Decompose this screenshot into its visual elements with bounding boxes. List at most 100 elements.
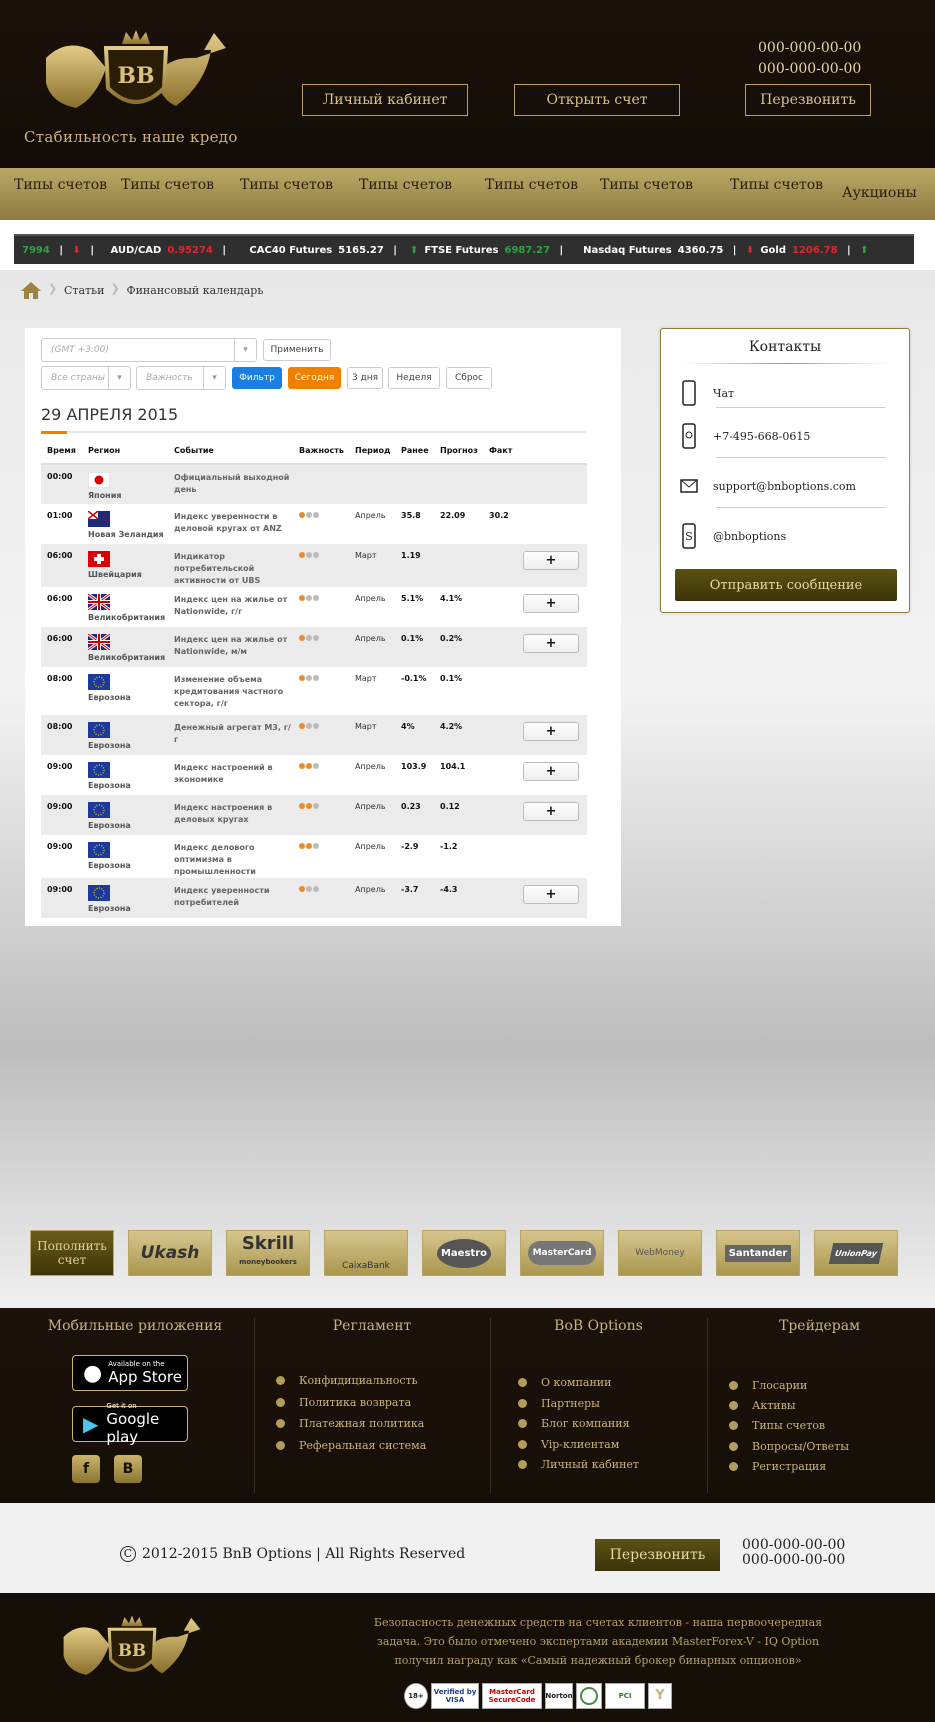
breadcrumb-current: Финансовый календарь — [126, 283, 264, 297]
deposit-button[interactable]: Пополнить счет — [30, 1230, 114, 1276]
footer-link[interactable]: Vip-клиентам — [518, 1438, 619, 1451]
event-actions — [517, 504, 587, 544]
footer-link[interactable]: Активы — [729, 1399, 796, 1412]
calendar-row: 00:00 Япония Официальный выходной день — [41, 464, 587, 504]
nav-item[interactable]: Типы счетов — [240, 168, 359, 220]
footer-link[interactable]: Глосарии — [729, 1379, 807, 1392]
event-actions: + — [517, 587, 587, 627]
open-account-button[interactable]: Открыть счет — [514, 84, 680, 116]
event-period: Март — [355, 551, 377, 560]
bullet-icon — [276, 1376, 285, 1385]
chevron-down-icon: ▾ — [108, 367, 130, 389]
reset-button[interactable]: Сброс — [446, 367, 492, 389]
app-store-button[interactable]: ● Available on the App Store — [72, 1355, 188, 1391]
main-nav: Типы счетов Типы счетов Типы счетов Типы… — [0, 168, 935, 220]
contacts-panel: Контакты Чат +7-495-668-0615 support@bnb… — [660, 328, 910, 613]
footer-link[interactable]: Регистрация — [729, 1460, 826, 1473]
add-event-button[interactable]: + — [523, 722, 579, 741]
nav-item[interactable]: Типы счетов — [485, 168, 600, 220]
add-event-button[interactable]: + — [523, 551, 579, 570]
send-message-button[interactable]: Отправить сообщение — [675, 569, 897, 601]
apply-button[interactable]: Применить — [263, 339, 331, 361]
event-forecast: -1.2 — [440, 842, 458, 851]
nav-item[interactable]: Типы счетов — [121, 168, 240, 220]
add-event-button[interactable]: + — [523, 762, 579, 781]
add-event-button[interactable]: + — [523, 885, 579, 904]
today-button[interactable]: Сегодня — [288, 367, 341, 389]
event-forecast: 104.1 — [440, 762, 466, 771]
callback-button-footer[interactable]: Перезвонить — [595, 1539, 720, 1571]
nav-item[interactable]: Типы счетов — [359, 168, 485, 220]
nav-item[interactable]: Типы счетов — [600, 168, 730, 220]
event-actions: + — [517, 878, 587, 918]
event-importance — [293, 627, 349, 667]
footer-link[interactable]: Политика возврата — [276, 1396, 411, 1409]
phone-2: 000-000-00-00 — [758, 61, 862, 77]
filter-button[interactable]: Фильтр — [232, 367, 282, 389]
bullet-icon — [729, 1421, 738, 1431]
event-time: 00:00 — [47, 472, 73, 481]
calendar-row: 09:00 Еврозона Индекс настроения в деловых… — [41, 795, 587, 835]
event-importance — [293, 587, 349, 627]
contact-skype[interactable]: S @bnboptions — [679, 522, 786, 550]
economic-calendar: (GMT +3:00) ▾ Применить Все страны ▾ Важно… — [25, 328, 621, 926]
event-forecast: 4.1% — [440, 594, 463, 603]
calendar-row: 09:00 Еврозона Индекс настроений в экономи… — [41, 755, 587, 795]
facebook-icon[interactable]: f — [72, 1455, 100, 1483]
verified-visa-badge: Verified by VISA — [431, 1683, 479, 1709]
home-icon[interactable] — [20, 280, 42, 300]
breadcrumb-item[interactable]: Статьи — [64, 284, 104, 297]
event-period: Апрель — [355, 802, 386, 811]
event-fact — [483, 878, 517, 918]
calendar-row: 06:00 Швейцария Индикатор потребительской … — [41, 544, 587, 587]
bnb-logo-footer[interactable]: BB — [56, 1613, 208, 1685]
google-play-button[interactable]: ▶ Get it on Google play — [72, 1402, 188, 1446]
country-select[interactable]: Все страны ▾ — [41, 366, 131, 390]
event-prev: 4% — [401, 722, 415, 731]
ukash-logo: Ukash — [128, 1230, 212, 1276]
footer-link[interactable]: Вопросы/Ответы — [729, 1440, 849, 1453]
event-forecast: -4.3 — [440, 885, 458, 894]
footer-link[interactable]: Реферальная система — [276, 1439, 426, 1452]
add-event-button[interactable]: + — [523, 594, 579, 613]
footer-link[interactable]: Партнеры — [518, 1397, 600, 1410]
event-fact — [483, 755, 517, 795]
event-fact — [483, 835, 517, 878]
separator: | — [556, 244, 578, 256]
nav-item[interactable]: Типы счетов — [730, 168, 842, 220]
footer-link[interactable]: Платежная политика — [276, 1417, 424, 1430]
importance-select[interactable]: Важность ▾ — [136, 366, 226, 390]
eu-flag-icon — [88, 674, 110, 690]
week-button[interactable]: Неделя — [388, 367, 440, 389]
add-event-button[interactable]: + — [523, 802, 579, 821]
footer-link[interactable]: Типы счетов — [729, 1419, 825, 1432]
norton-badge: Norton — [545, 1683, 573, 1709]
nav-item[interactable]: Типы счетов — [14, 168, 121, 220]
contact-email[interactable]: support@bnboptions.com — [679, 472, 856, 500]
footer-link[interactable]: Блог компания — [518, 1417, 630, 1430]
event-importance — [293, 795, 349, 835]
event-name: Индекс уверенности в деловой кругах от A… — [174, 512, 282, 533]
three-days-button[interactable]: 3 дня — [347, 367, 383, 389]
event-name: Изменение объема кредитования частного с… — [174, 675, 284, 708]
bnb-logo[interactable]: BB — [36, 28, 236, 120]
callback-button[interactable]: Перезвонить — [745, 84, 871, 116]
col-period: Период — [349, 438, 395, 465]
footer-link[interactable]: О компании — [518, 1376, 611, 1389]
vk-icon[interactable]: B — [114, 1455, 142, 1483]
footer-link[interactable]: Конфидициальность — [276, 1374, 418, 1387]
cabinet-button[interactable]: Личный кабинет — [302, 84, 468, 116]
contact-chat[interactable]: Чат — [679, 379, 734, 407]
event-prev: 103.9 — [401, 762, 427, 771]
add-event-button[interactable]: + — [523, 634, 579, 653]
calendar-row: 09:00 Еврозона Индекс делового оптимизма в… — [41, 835, 587, 878]
mastercard-logo: MasterCard — [520, 1230, 604, 1276]
eu-flag-icon — [88, 885, 110, 901]
eu-flag-icon — [88, 802, 110, 818]
event-period — [349, 464, 395, 504]
timezone-select[interactable]: (GMT +3:00) ▾ — [41, 338, 257, 362]
contact-phone[interactable]: +7-495-668-0615 — [679, 422, 810, 450]
bullet-icon — [729, 1461, 738, 1471]
nav-item-auctions[interactable]: Аукционы — [842, 168, 932, 220]
footer-link[interactable]: Личный кабинет — [518, 1458, 639, 1471]
